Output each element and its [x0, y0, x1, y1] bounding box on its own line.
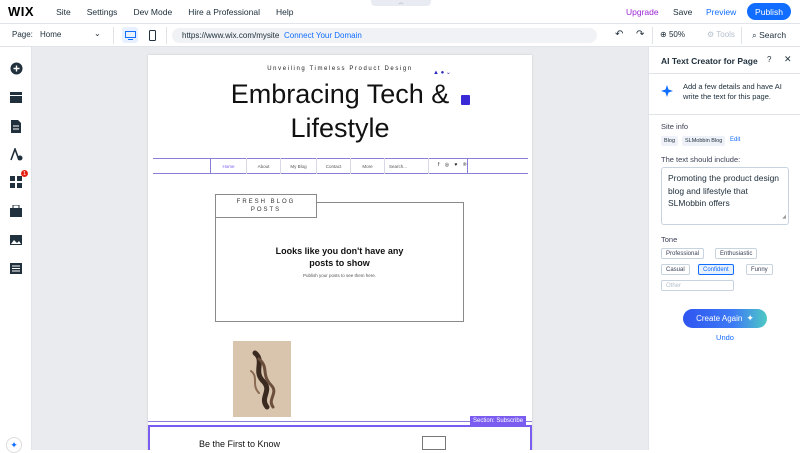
top-bar: WIX Site Settings Dev Mode Hire a Profes…	[0, 0, 800, 24]
chevron-down-icon[interactable]: ⌄	[94, 29, 101, 38]
add-icon[interactable]	[9, 61, 23, 75]
divider	[741, 27, 742, 44]
divider	[113, 27, 114, 44]
empty-state-message: Looks like you don't have any posts to s…	[275, 246, 404, 268]
panel-title: AI Text Creator for Page	[661, 56, 758, 66]
wix-logo[interactable]: WIX	[8, 4, 34, 19]
tone-confident[interactable]: Confident	[698, 264, 734, 275]
section-label[interactable]: Section: Subscribe	[470, 416, 527, 425]
fresh-posts-title[interactable]: FRESH BLOG POSTS	[215, 194, 317, 218]
nav-home[interactable]: Home	[211, 158, 247, 174]
zoom-control[interactable]: ⊕ 50%	[660, 30, 685, 39]
upgrade-link[interactable]: Upgrade	[626, 7, 659, 17]
media-icon[interactable]	[9, 233, 23, 247]
business-icon[interactable]	[9, 204, 23, 218]
desktop-view-icon[interactable]	[122, 27, 138, 43]
tone-professional[interactable]: Professional	[661, 248, 705, 259]
site-navigation[interactable]: Home About My Blog Contact More Search..…	[210, 158, 468, 174]
search-button[interactable]: ⌕ Search	[752, 30, 786, 41]
divider	[166, 27, 167, 44]
resize-handle-icon[interactable]: ◢	[782, 211, 786, 224]
divider	[649, 73, 800, 74]
tone-casual[interactable]: Casual	[661, 264, 690, 275]
menu-settings[interactable]: Settings	[87, 7, 118, 17]
page-selector[interactable]: Home	[40, 30, 61, 39]
nav-contact[interactable]: Contact	[317, 158, 351, 174]
social-bar[interactable]: f ◎ ♥ ℗	[438, 162, 469, 168]
redo-icon[interactable]: ↷	[636, 29, 644, 40]
tools-button[interactable]: ⚙ Tools	[707, 30, 735, 39]
tone-funny[interactable]: Funny	[746, 264, 773, 275]
divider	[652, 27, 653, 44]
page-label: Page:	[12, 30, 33, 39]
tone-label: Tone	[661, 235, 678, 244]
include-text: Promoting the product design blog and li…	[668, 173, 780, 208]
close-icon[interactable]: ✕	[784, 54, 792, 65]
top-menu: Site Settings Dev Mode Hire a Profession…	[56, 7, 309, 17]
notification-badge: 1	[21, 170, 28, 177]
site-type-chip: Blog	[661, 136, 679, 146]
connect-domain-link[interactable]: Connect Your Domain	[284, 31, 362, 40]
divider	[649, 114, 800, 115]
help-center-icon[interactable]: ✦	[6, 437, 22, 453]
search-label: Search	[759, 30, 787, 40]
edit-site-info-link[interactable]: Edit	[730, 137, 740, 143]
include-textarea[interactable]: Promoting the product design blog and li…	[661, 167, 789, 225]
ai-text-creator-panel: AI Text Creator for Page ? ✕ Add a few d…	[648, 47, 800, 450]
tone-enthusiastic[interactable]: Enthusiastic	[715, 248, 758, 259]
decorative-image[interactable]	[233, 341, 291, 417]
zoom-value: 50%	[668, 30, 685, 39]
menu-hire-professional[interactable]: Hire a Professional	[188, 7, 260, 17]
mail-illustration-icon	[422, 436, 446, 450]
login-icon[interactable]: ▲ ● ⌄	[433, 69, 451, 76]
editor-toolbar: Page: Home ⌄ https://www.wix.com/mysite …	[0, 24, 800, 47]
panel-description: Add a few details and have AI write the …	[683, 82, 782, 101]
menu-site[interactable]: Site	[56, 7, 71, 17]
site-page[interactable]: Unveiling Timeless Product Design ▲ ● ⌄ …	[148, 55, 532, 450]
tools-label: Tools	[716, 30, 735, 39]
cms-icon[interactable]	[9, 261, 23, 275]
headline-line-2: Lifestyle	[290, 113, 390, 143]
editor-canvas[interactable]: Unveiling Timeless Product Design ▲ ● ⌄ …	[32, 47, 648, 450]
url-bar[interactable]: https://www.wix.com/mysite Connect Your …	[172, 28, 597, 43]
help-icon[interactable]: ?	[767, 55, 771, 64]
mobile-view-icon[interactable]	[147, 27, 157, 43]
left-sidebar: 1	[0, 47, 32, 450]
chevron-up-icon: ︿	[398, 0, 404, 6]
menu-dev-mode[interactable]: Dev Mode	[133, 7, 172, 17]
nav-my-blog[interactable]: My Blog	[281, 158, 317, 174]
menu-help[interactable]: Help	[276, 7, 293, 17]
apps-icon[interactable]	[9, 175, 23, 189]
create-again-button[interactable]: Create Again ✦	[683, 309, 767, 328]
site-search-input[interactable]: Search...	[385, 158, 429, 174]
nav-about[interactable]: About	[247, 158, 281, 174]
undo-link[interactable]: Undo	[649, 333, 800, 342]
publish-button[interactable]: Publish	[747, 3, 791, 20]
create-again-label: Create Again	[696, 314, 743, 323]
tone-other-input[interactable]: Other	[661, 280, 734, 291]
subscribe-heading[interactable]: Be the First to Know	[199, 439, 280, 449]
ai-sparkle-icon	[661, 85, 673, 100]
sections-icon[interactable]	[9, 90, 23, 104]
collapse-handle[interactable]: ︿	[371, 0, 431, 6]
cart-icon[interactable]	[461, 95, 470, 105]
site-tagline[interactable]: Unveiling Timeless Product Design	[148, 66, 532, 72]
site-url: https://www.wix.com/mysite	[182, 31, 280, 40]
site-info-label: Site info	[661, 122, 689, 131]
include-label: The text should include:	[661, 155, 741, 164]
nav-more[interactable]: More	[351, 158, 385, 174]
site-headline[interactable]: Embracing Tech & Lifestyle	[148, 77, 532, 145]
save-button[interactable]: Save	[673, 7, 692, 17]
headline-line-1: Embracing Tech &	[230, 79, 450, 109]
site-name-chip: SLMobbin Blog	[682, 136, 726, 146]
design-icon[interactable]	[9, 147, 23, 161]
empty-state-hint: Publish your posts to see them here.	[302, 273, 377, 278]
preview-button[interactable]: Preview	[706, 7, 736, 17]
sparkle-icon: ✦	[746, 313, 754, 323]
pages-icon[interactable]	[9, 119, 23, 133]
undo-icon[interactable]: ↶	[615, 29, 623, 40]
